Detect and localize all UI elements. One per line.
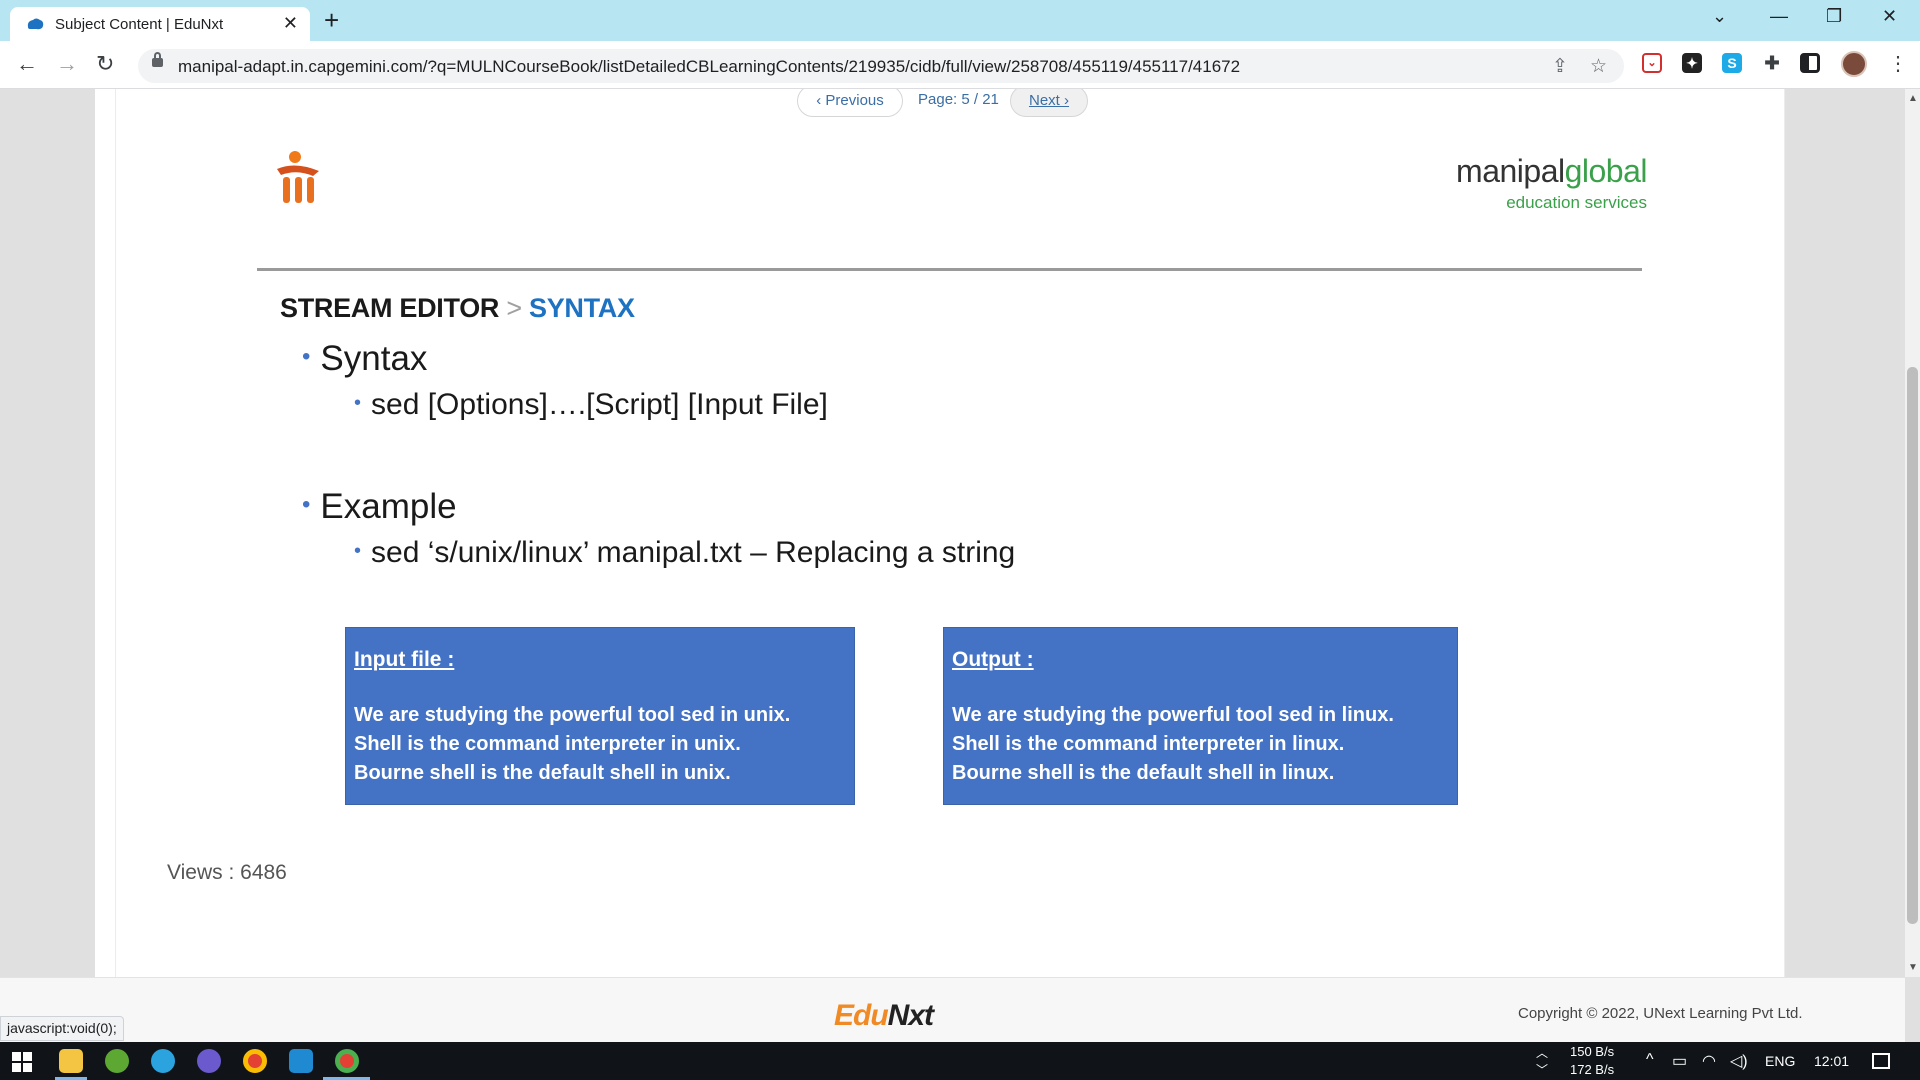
slide: manipalglobal education services STREAM … (257, 149, 1648, 849)
wifi-icon[interactable]: ◠ (1702, 1051, 1716, 1071)
logo-edu: Edu (834, 999, 889, 1032)
manipal-global-logo: manipalglobal (1456, 153, 1647, 190)
volume-icon[interactable]: ◁) (1730, 1051, 1748, 1071)
new-tab-button[interactable]: + (324, 5, 339, 36)
sub-bullet-syntax: • sed [Options]….[Script] [Input File] (354, 388, 828, 421)
slide-divider (257, 268, 1642, 271)
bullet-syntax: • Syntax (302, 339, 428, 378)
close-tab-icon[interactable]: ✕ (283, 13, 298, 34)
right-gutter (1785, 89, 1905, 977)
app-icon[interactable] (197, 1049, 221, 1073)
status-bar-url: javascript:void(0); (0, 1016, 124, 1041)
heading-separator: > (506, 293, 522, 323)
windows-taskbar: ︿ ﹀ 150 B/s 172 B/s ^ ▭ ◠ ◁) ENG 12:01 (0, 1042, 1920, 1080)
page-indicator: Page: 5 / 21 (918, 91, 999, 108)
input-file-box: Input file : We are studying the powerfu… (345, 627, 855, 805)
notifications-icon[interactable] (1872, 1053, 1890, 1069)
tray-chevron-icon[interactable]: ^ (1646, 1051, 1654, 1069)
bookmark-star-icon[interactable]: ☆ (1590, 55, 1607, 78)
green-app-icon[interactable] (105, 1049, 129, 1073)
url-text[interactable]: manipal-adapt.in.capgemini.com/?q=MULNCo… (178, 57, 1240, 77)
slide-heading: STREAM EDITOR > SYNTAX (280, 293, 635, 324)
scroll-down-arrow-icon[interactable]: ▼ (1908, 962, 1918, 973)
views-count: Views : 6486 (167, 861, 287, 884)
vscode-icon[interactable] (289, 1049, 313, 1073)
forward-arrow-icon[interactable]: → (56, 51, 78, 77)
bullet-example: • Example (302, 487, 457, 526)
side-panel-icon[interactable] (1800, 53, 1820, 73)
s-extension-icon[interactable]: S (1722, 53, 1742, 73)
logo-nxt: Nxt (887, 999, 934, 1032)
share-icon[interactable]: ⇪ (1552, 55, 1568, 78)
tab-search-chevron-icon[interactable]: ⌄ (1712, 6, 1727, 27)
output-line: Shell is the command interpreter in linu… (952, 733, 1345, 755)
heading-main: STREAM EDITOR (280, 293, 500, 323)
extensions-puzzle-icon[interactable]: ✚ (1762, 53, 1782, 73)
net-up-speed: 150 B/s (1570, 1044, 1615, 1059)
battery-icon[interactable]: ▭ (1672, 1051, 1687, 1071)
page-footer: EduNxt Copyright © 2022, UNext Learning … (0, 977, 1905, 1042)
pocket-extension-icon[interactable]: ⌄ (1642, 53, 1662, 73)
chrome-icon[interactable] (243, 1049, 267, 1073)
sub-bullet-text: sed [Options]….[Script] [Input File] (371, 388, 828, 421)
edunxt-logo: EduNxt (834, 999, 934, 1033)
net-up-arrow-icon: ︿ (1536, 1046, 1549, 1060)
output-box: Output : We are studying the powerful to… (943, 627, 1458, 805)
sub-bullet-text: sed ‘s/unix/linux’ manipal.txt – Replaci… (371, 536, 1016, 569)
brand-global: global (1564, 153, 1648, 189)
file-explorer-icon[interactable] (59, 1049, 83, 1073)
page-scrollbar[interactable]: ▲ ▼ (1905, 89, 1920, 977)
telegram-icon[interactable] (151, 1049, 175, 1073)
output-line: We are studying the powerful tool sed in… (952, 704, 1394, 726)
next-button[interactable]: Next › (1010, 89, 1088, 117)
page-content: ‹ Previous Page: 5 / 21 Next › manipalgl… (0, 89, 1920, 977)
scroll-thumb[interactable] (1907, 367, 1918, 924)
input-box-title: Input file : (354, 648, 455, 671)
edunxt-favicon-icon (27, 18, 44, 30)
browser-tab[interactable]: Subject Content | EduNxt ✕ (10, 7, 310, 41)
sub-bullet-example: • sed ‘s/unix/linux’ manipal.txt – Replac… (354, 536, 1016, 569)
input-line: Bourne shell is the default shell in uni… (354, 762, 731, 784)
tab-strip: Subject Content | EduNxt ✕ + ⌄ — ❐ ✕ (0, 0, 1920, 41)
output-line: Bourne shell is the default shell in lin… (952, 762, 1335, 784)
previous-button[interactable]: ‹ Previous (797, 89, 903, 117)
window-close-icon[interactable]: ✕ (1882, 6, 1897, 27)
reload-icon[interactable]: ↻ (96, 51, 114, 77)
tab-title: Subject Content | EduNxt (55, 16, 224, 33)
browser-toolbar: ← → ↻ manipal-adapt.in.capgemini.com/?q=… (0, 41, 1920, 89)
chrome-menu-icon[interactable]: ⋮ (1888, 51, 1908, 76)
net-down-arrow-icon: ﹀ (1536, 1063, 1549, 1077)
profile-avatar[interactable] (1841, 51, 1867, 77)
brand-manipal: manipal (1456, 153, 1565, 189)
bullet-text: Example (320, 487, 457, 526)
language-indicator[interactable]: ENG (1765, 1053, 1795, 1069)
windows-start-icon[interactable] (12, 1052, 32, 1072)
input-line: We are studying the powerful tool sed in… (354, 704, 791, 726)
address-bar[interactable]: manipal-adapt.in.capgemini.com/?q=MULNCo… (138, 49, 1624, 83)
brand-subtitle: education services (1506, 193, 1647, 212)
chrome-active-icon[interactable] (335, 1049, 359, 1073)
heading-sub: SYNTAX (529, 293, 635, 323)
copyright-text: Copyright © 2022, UNext Learning Pvt Ltd… (1518, 1005, 1803, 1022)
scroll-up-arrow-icon[interactable]: ▲ (1908, 93, 1918, 104)
lock-icon (152, 52, 163, 67)
back-arrow-icon[interactable]: ← (16, 51, 38, 77)
bullet-text: Syntax (320, 339, 428, 378)
output-box-title: Output : (952, 648, 1034, 671)
input-line: Shell is the command interpreter in unix… (354, 733, 741, 755)
minimize-icon[interactable]: — (1770, 6, 1788, 27)
net-down-speed: 172 B/s (1570, 1062, 1615, 1077)
cat-extension-icon[interactable]: ✦ (1682, 53, 1702, 73)
restore-icon[interactable]: ❐ (1826, 6, 1842, 27)
clock[interactable]: 12:01 (1814, 1053, 1849, 1069)
manipal-logo-icon (277, 151, 319, 203)
